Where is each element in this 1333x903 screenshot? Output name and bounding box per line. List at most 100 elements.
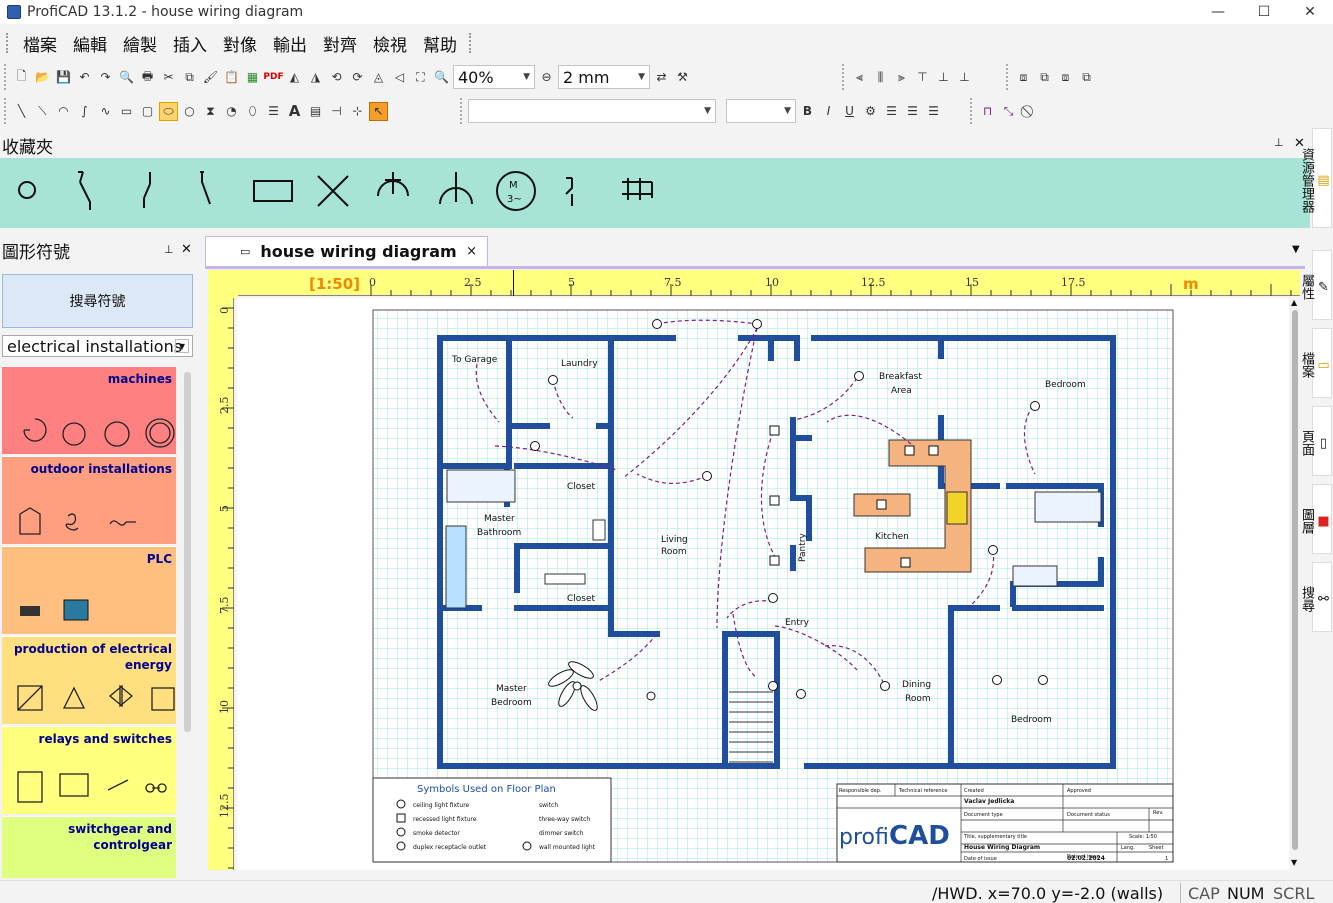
menu-export[interactable]: 輸出 [265,31,315,56]
curve-icon[interactable]: ∫ [75,102,94,121]
print-icon[interactable]: 🖶 [138,68,157,87]
menu-align[interactable]: 對齊 [315,31,365,56]
ellipse-icon[interactable]: ⬭ [159,101,178,121]
category-switchgear[interactable]: switchgear and controlgear [2,816,176,878]
rectangle-icon[interactable]: ▭ [117,102,136,121]
category-plc[interactable]: PLC [2,546,176,634]
tab-explorer[interactable]: ▤ 資源管理器 [1299,128,1332,228]
category-relays-and-switches[interactable]: relays and switches [2,726,176,814]
format-painter-icon[interactable]: 🖌 [201,68,220,87]
arc-icon[interactable]: ◠ [54,102,73,121]
minimize-button[interactable]: — [1195,0,1241,24]
open-icon[interactable]: 📂 [33,68,52,87]
save-icon[interactable]: 💾 [54,68,73,87]
italic-icon[interactable]: I [819,102,838,121]
bold-icon[interactable]: B [798,102,817,121]
align-top-icon[interactable]: ⊤ [913,68,932,87]
menu-help[interactable]: 幫助 [415,31,465,56]
size-combo[interactable]: ▼ [726,99,796,123]
zoom-icon[interactable]: 🔍 [432,68,451,87]
tab-files[interactable]: ▭ 檔案 [1299,328,1332,398]
undo-icon[interactable]: ↶ [75,68,94,87]
category-machines[interactable]: machines [2,366,176,454]
new-icon[interactable]: 🗋 [12,68,31,87]
rotate-left-icon[interactable]: ⟲ [327,68,346,87]
hatch-icon[interactable]: ☰ [264,102,283,121]
category-production-electrical-energy[interactable]: production of electrical energy [2,636,176,724]
bezier-icon[interactable]: ∿ [96,102,115,121]
flip-horizontal-icon[interactable]: ◭ [285,68,304,87]
copy-icon[interactable]: ⧉ [180,68,199,87]
rotate-right-icon[interactable]: ⟳ [348,68,367,87]
menu-file[interactable]: 檔案 [15,31,65,56]
text-align-center-icon[interactable]: ☰ [903,102,922,121]
junction-icon[interactable]: ⊹ [348,102,367,121]
search-symbols-button[interactable]: 搜尋符號 [2,274,193,328]
category-outdoor-installations[interactable]: outdoor installations [2,456,176,544]
text-icon[interactable]: A [285,102,304,121]
tab-house-wiring-diagram[interactable]: ▭ house wiring diagram × [205,236,488,266]
swap-icon[interactable]: ⇄ [652,68,671,87]
category-select[interactable]: electrical installations ▼ [2,335,193,357]
flip-vertical-icon[interactable]: ◮ [306,68,325,87]
menu-object[interactable]: 對像 [215,31,265,56]
zoom-combo[interactable]: 40% ▼ [453,65,535,89]
send-back-icon[interactable]: ⧉ [1035,68,1054,87]
tools-icon[interactable]: ⚒ [673,68,692,87]
font-combo[interactable]: ▼ [468,99,716,123]
mirror-icon[interactable]: ◬ [369,68,388,87]
circle-icon[interactable]: ○ [180,102,199,121]
menu-insert[interactable]: 插入 [165,31,215,56]
align-right-icon[interactable]: ⫸ [892,68,911,87]
hourglass-icon[interactable]: ⧗ [201,102,220,121]
tab-layers[interactable]: ■ 圖層 [1299,484,1332,554]
mirror2-icon[interactable]: ◁ [390,68,409,87]
group-icon[interactable]: ⧈ [1056,68,1075,87]
select-arrow-icon[interactable]: ↖ [369,101,388,121]
bring-front-icon[interactable]: ⧈ [1014,68,1033,87]
canvas-vertical-scrollbar[interactable]: ▲ ▼ [1289,298,1301,870]
pin-icon[interactable]: ⊥ [164,243,174,256]
polyline-icon[interactable]: ⟍ [33,102,52,121]
symbols-panel-scrollbar[interactable] [184,372,191,732]
textbox-icon[interactable]: ▤ [306,102,325,121]
zoom-fit-icon[interactable]: ⛶ [411,68,430,87]
rounded-rect-icon[interactable]: ▢ [138,102,157,121]
pin-icon[interactable]: ⊥ [1274,136,1284,149]
pdf-icon[interactable]: PDF [263,68,283,87]
menu-draw[interactable]: 繪製 [115,31,165,56]
align-left-icon[interactable]: ⫷ [850,68,869,87]
redo-icon[interactable]: ↷ [96,68,115,87]
scroll-thumb[interactable] [1292,310,1298,850]
text-align-right-icon[interactable]: ☰ [924,102,943,121]
drawing-canvas[interactable]: To Garage Laundry Breakfast Area Bedroom… [237,298,1289,870]
wire-icon[interactable]: ⊣ [327,102,346,121]
connector-icon[interactable]: ⤡ [999,102,1018,121]
floor-plan[interactable]: To Garage Laundry Breakfast Area Bedroom… [237,298,1289,870]
align-center-icon[interactable]: ⫼ [871,68,890,87]
font-settings-icon[interactable]: ⚙ [861,102,880,121]
pie-icon[interactable]: ◔ [222,102,241,121]
print-preview-icon[interactable]: 🔍 [117,68,136,87]
maximize-button[interactable]: ☐ [1241,0,1287,24]
align-middle-icon[interactable]: ⊥ [934,68,953,87]
dimension-icon[interactable]: ⊓ [978,102,997,121]
menu-edit[interactable]: 編輯 [65,31,115,56]
symbols-panel-close-icon[interactable]: ✕ [181,242,192,257]
scroll-down-icon[interactable]: ▼ [1291,858,1297,867]
menu-view[interactable]: 檢視 [365,31,415,56]
tab-pages[interactable]: ▯ 頁面 [1299,406,1332,476]
line-icon[interactable]: ╲ [12,102,31,121]
tab-properties[interactable]: ✎ 屬性 [1299,250,1332,320]
grid-combo[interactable]: 2 mm ▼ [558,65,650,89]
ellipse2-icon[interactable]: ⬯ [243,102,262,121]
export-image-icon[interactable]: ▦ [243,68,262,87]
tab-list-chevron-icon[interactable]: ▼ [1292,244,1300,255]
ungroup-icon[interactable]: ⧉ [1077,68,1096,87]
close-button[interactable]: ✕ [1287,0,1333,24]
tab-close-icon[interactable]: × [466,244,477,259]
align-bottom-icon[interactable]: ⊥ [955,68,974,87]
cut-icon[interactable]: ✂ [159,68,178,87]
underline-icon[interactable]: U [840,102,859,121]
zoom-out-icon[interactable]: ⊖ [537,68,556,87]
